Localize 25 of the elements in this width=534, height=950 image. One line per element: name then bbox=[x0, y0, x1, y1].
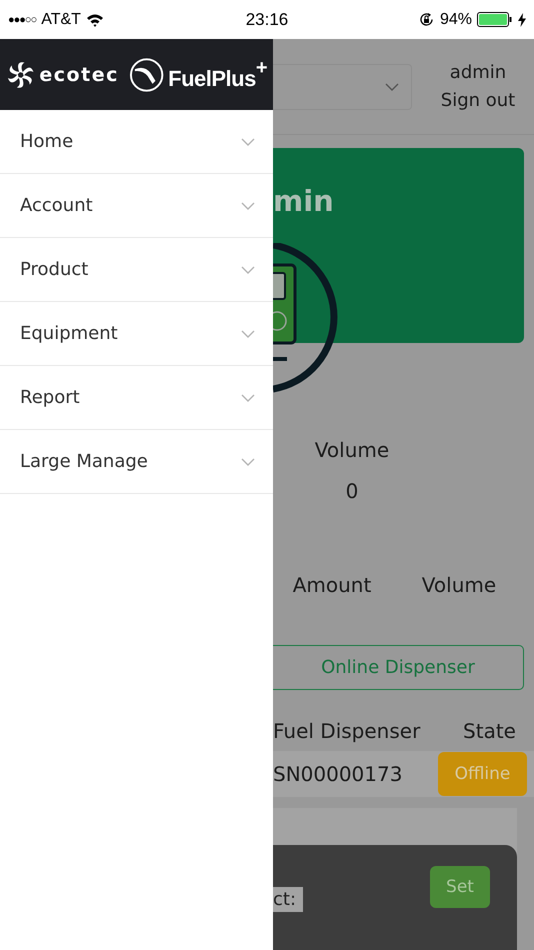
plus-mark: + bbox=[256, 57, 267, 79]
summary-value: 0 bbox=[346, 479, 358, 503]
sign-out-link[interactable]: Sign out bbox=[440, 86, 516, 114]
user-name: admin bbox=[450, 60, 506, 84]
table-cell: SN00000173 bbox=[273, 762, 402, 786]
carrier-name: AT&T bbox=[41, 10, 81, 28]
card-title: min bbox=[273, 184, 334, 218]
wifi-icon bbox=[86, 12, 104, 26]
summary-label: Volume bbox=[314, 438, 390, 462]
chevron-icon bbox=[385, 83, 399, 91]
column-header: Fuel Dispenser bbox=[273, 719, 420, 743]
battery-icon bbox=[476, 12, 513, 27]
signal-strength: ●●●○○ bbox=[8, 14, 36, 26]
column-header: State bbox=[463, 719, 516, 743]
battery-percent: 94% bbox=[440, 10, 472, 28]
charging-bolt-icon bbox=[518, 12, 526, 26]
field-label: ct: bbox=[273, 887, 304, 912]
dropdown-field[interactable] bbox=[273, 64, 412, 110]
swirl-logo-icon bbox=[6, 60, 36, 90]
state-badge: Offline bbox=[438, 752, 527, 796]
brand-name: ecotec bbox=[39, 64, 119, 86]
column-label: Amount bbox=[292, 573, 372, 597]
rotation-lock-icon bbox=[418, 11, 435, 28]
clock-time: 23:16 bbox=[246, 10, 288, 30]
column-label: Volume bbox=[420, 573, 498, 597]
